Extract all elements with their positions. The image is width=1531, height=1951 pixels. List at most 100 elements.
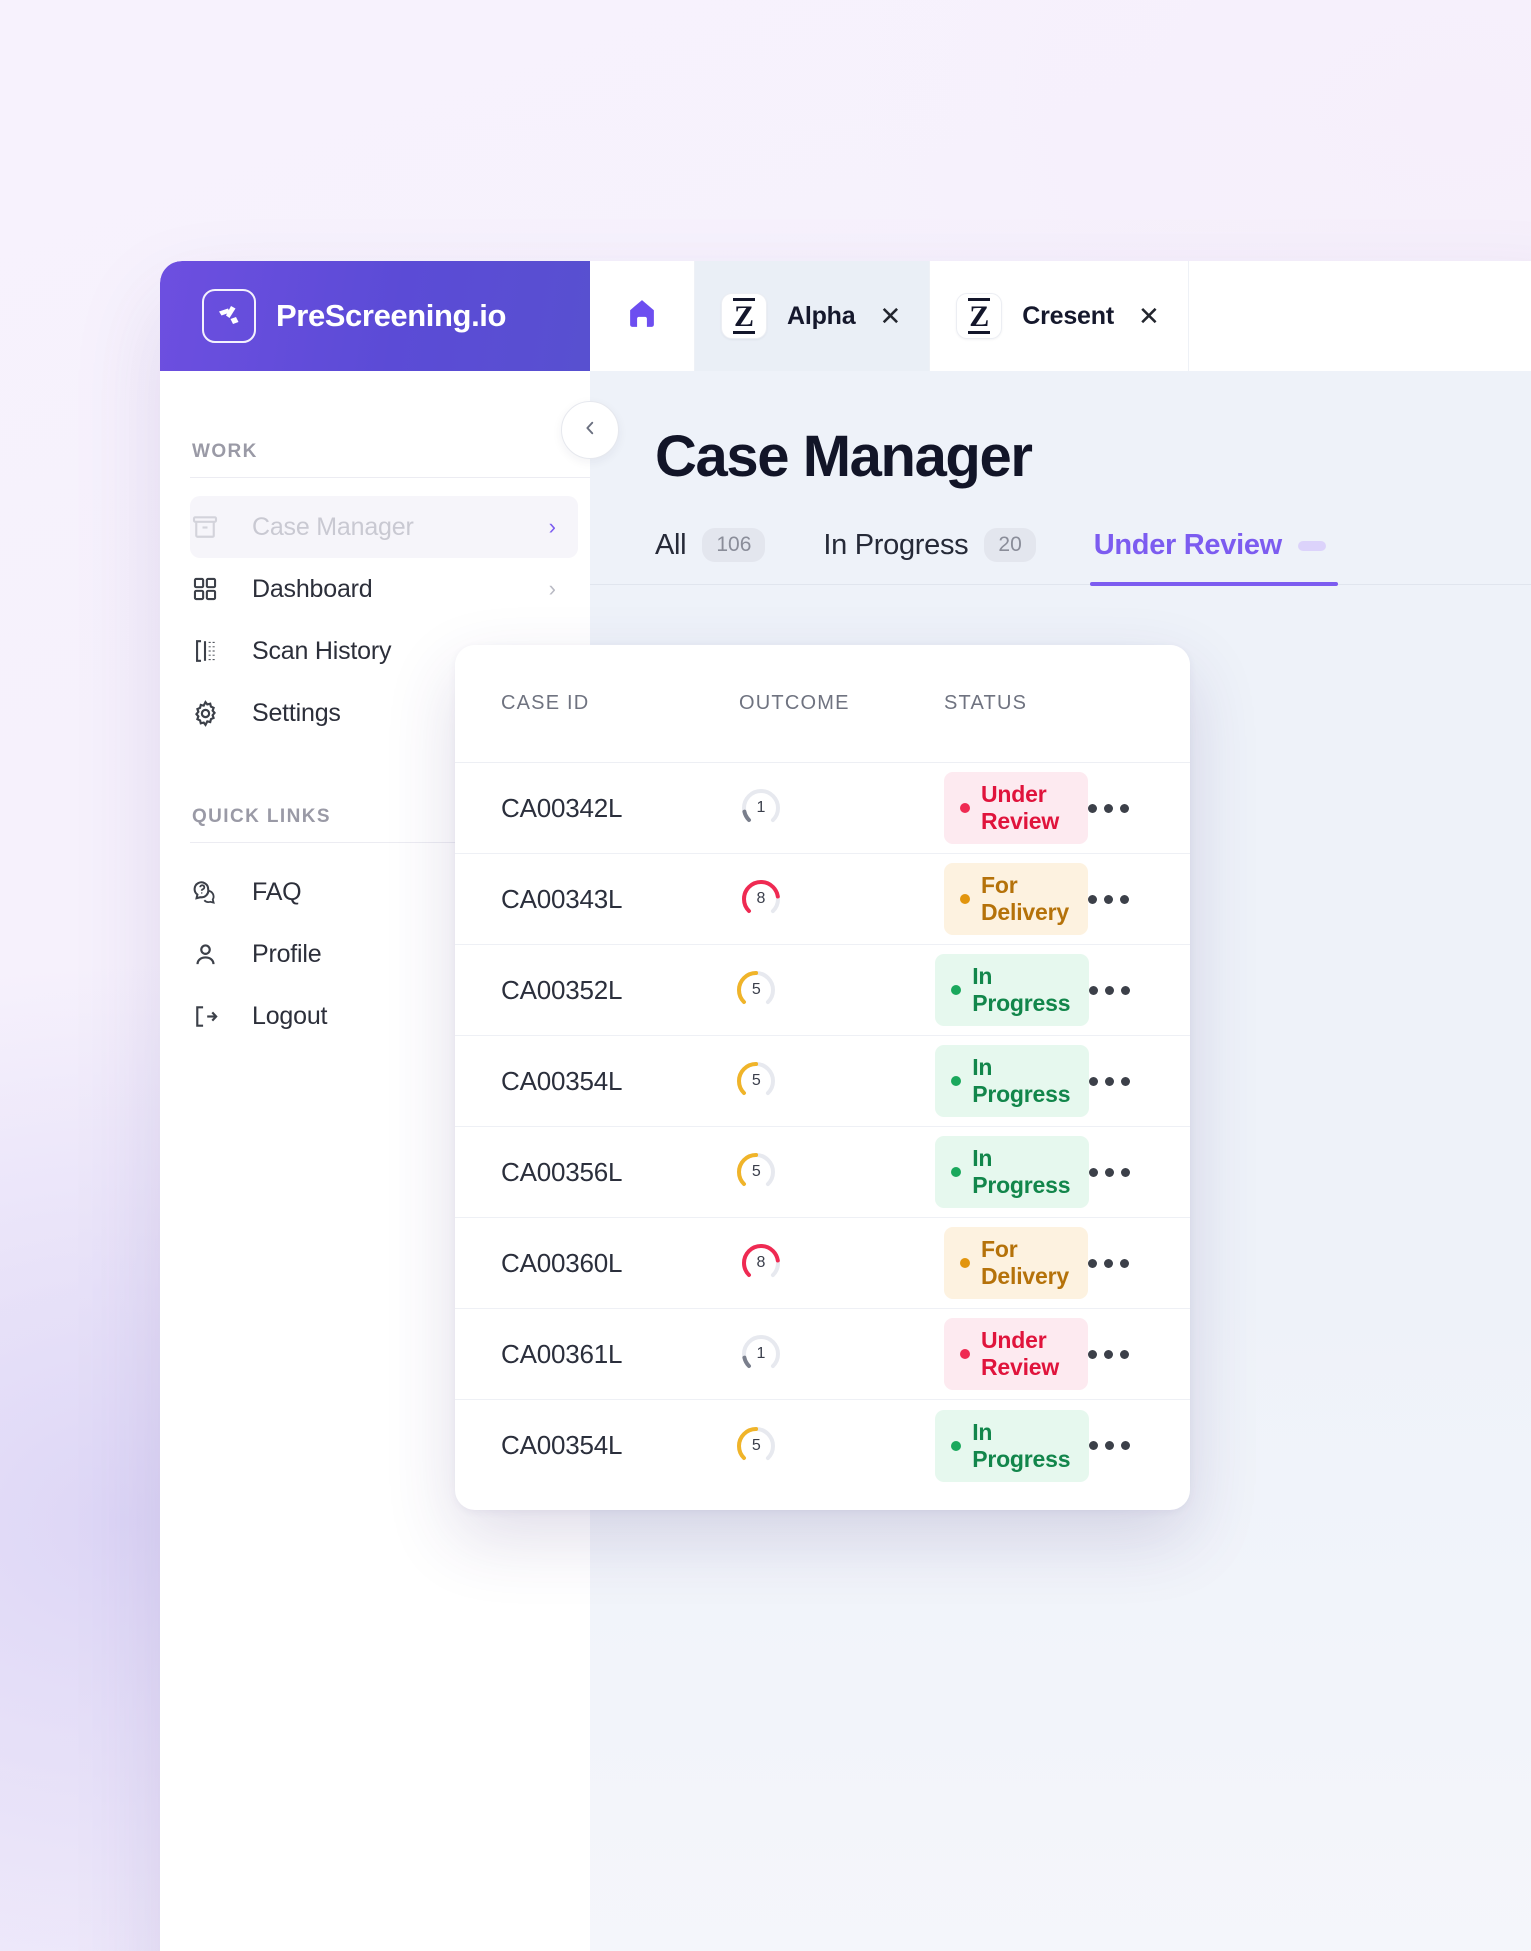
outcome-value: 8	[756, 1254, 766, 1271]
filter-tabs: All 106 In Progress 20 Under Review	[590, 490, 1531, 586]
cell-outcome: 5	[734, 1424, 935, 1468]
sidebar-item-label: Dashboard	[252, 574, 373, 603]
tab-home-button[interactable]	[590, 261, 695, 371]
outcome-value: 8	[756, 890, 766, 907]
logout-arrow-icon	[190, 1001, 220, 1031]
status-dot-icon	[960, 1349, 970, 1359]
filter-label: Under Review	[1093, 529, 1282, 561]
chevron-left-icon	[581, 419, 599, 442]
filter-tab-under-review[interactable]: Under Review	[1089, 529, 1339, 586]
user-icon	[190, 939, 220, 969]
sidebar-group-label-work: WORK	[192, 441, 258, 462]
row-actions-button[interactable]	[1088, 1258, 1154, 1268]
filter-tab-all[interactable]: All 106	[655, 528, 766, 584]
cell-status: Under Review	[944, 1318, 1088, 1390]
tab-label: Alpha	[787, 301, 856, 330]
row-actions-button[interactable]	[1089, 1167, 1154, 1177]
tab-strip: Z Alpha ✕ Z Cresent ✕	[590, 261, 1531, 371]
tab-alpha[interactable]: Z Alpha ✕	[695, 261, 931, 371]
more-horizontal-icon[interactable]	[1088, 1258, 1129, 1268]
row-actions-button[interactable]	[1088, 803, 1154, 813]
cell-status: For Delivery	[944, 863, 1088, 935]
row-actions-button[interactable]	[1089, 985, 1154, 995]
row-actions-button[interactable]	[1088, 894, 1154, 904]
status-label: In Progress	[972, 1145, 1071, 1198]
z-brand-icon: Z	[956, 293, 1003, 339]
cell-case-id: CA00354L	[501, 1430, 623, 1460]
table-row[interactable]: CA00352L 5 In Progress	[455, 945, 1190, 1036]
cell-status: In Progress	[935, 954, 1090, 1026]
filter-tab-in-progress[interactable]: In Progress 20	[823, 528, 1036, 584]
more-horizontal-icon[interactable]	[1088, 1349, 1129, 1359]
row-actions-button[interactable]	[1089, 1076, 1154, 1086]
status-dot-icon	[951, 1440, 962, 1451]
cell-outcome: 5	[734, 968, 935, 1012]
table-header-row: CASE ID OUTCOME STATUS	[455, 645, 1190, 763]
outcome-value: 1	[756, 799, 766, 816]
column-header-outcome: OUTCOME	[739, 692, 850, 714]
scan-brackets-icon	[190, 636, 220, 666]
more-horizontal-icon[interactable]	[1089, 1167, 1131, 1177]
row-actions-button[interactable]	[1088, 1349, 1154, 1359]
more-horizontal-icon[interactable]	[1089, 985, 1131, 995]
column-header-status: STATUS	[944, 692, 1028, 714]
cell-case-id: CA00354L	[501, 1065, 623, 1096]
more-horizontal-icon[interactable]	[1088, 894, 1129, 904]
sidebar-item-dashboard[interactable]: Dashboard ›	[190, 558, 578, 620]
page-title: Case Manager	[655, 424, 1033, 489]
sidebar-item-label: Case Manager	[252, 512, 414, 541]
cell-outcome: 5	[734, 1059, 935, 1103]
question-chat-icon	[190, 877, 220, 907]
status-label: For Delivery	[981, 1236, 1069, 1289]
table-row[interactable]: CA00356L 5 In Progress	[455, 1127, 1190, 1218]
cell-case-id: CA00361L	[501, 1338, 623, 1369]
more-horizontal-icon[interactable]	[1088, 803, 1129, 813]
status-badge: For Delivery	[944, 863, 1088, 935]
table-row[interactable]: CA00360L 8 For Delivery	[455, 1218, 1190, 1309]
table-row[interactable]: CA00354L 5 In Progress	[455, 1400, 1190, 1491]
status-label: In Progress	[972, 1054, 1071, 1107]
more-horizontal-icon[interactable]	[1089, 1441, 1131, 1450]
archive-box-icon	[190, 512, 220, 542]
outcome-value: 5	[751, 1072, 761, 1089]
cell-status: For Delivery	[944, 1227, 1088, 1299]
chevron-right-icon: ›	[548, 514, 556, 539]
status-badge: For Delivery	[944, 1227, 1088, 1299]
table-row[interactable]: CA00354L 5 In Progress	[455, 1036, 1190, 1127]
tab-cresent[interactable]: Z Cresent ✕	[930, 261, 1189, 371]
brand-header[interactable]: PreScreening.io	[160, 261, 590, 371]
column-header-case-id: CASE ID	[501, 692, 590, 714]
table-row[interactable]: CA00343L 8 For Delivery	[455, 854, 1190, 945]
cell-status: In Progress	[935, 1136, 1090, 1208]
cases-table-card: CASE ID OUTCOME STATUS CA00342L 1 Under Re…	[455, 645, 1190, 1510]
cell-outcome: 5	[734, 1150, 935, 1194]
status-badge: Under Review	[944, 772, 1088, 844]
table-row[interactable]: CA00342L 1 Under Review	[455, 763, 1190, 854]
cell-outcome: 1	[739, 1332, 944, 1376]
cell-case-id: CA00342L	[501, 792, 623, 823]
home-icon	[623, 295, 661, 338]
filter-label: In Progress	[823, 528, 969, 561]
status-dot-icon	[951, 1076, 962, 1086]
sidebar-item-case-manager[interactable]: Case Manager ›	[190, 496, 578, 558]
status-label: In Progress	[972, 963, 1071, 1016]
gear-icon	[190, 698, 220, 728]
sidebar-collapse-button[interactable]	[561, 401, 619, 459]
cell-case-id: CA00356L	[501, 1156, 623, 1187]
grid-squares-icon	[190, 574, 220, 604]
filter-count: 106	[702, 528, 766, 562]
status-label: Under Review	[981, 781, 1060, 834]
table-row[interactable]: CA00361L 1 Under Review	[455, 1309, 1190, 1400]
z-brand-icon: Z	[721, 293, 767, 339]
outcome-gauge-icon: 5	[734, 1150, 778, 1194]
more-horizontal-icon[interactable]	[1089, 1076, 1131, 1086]
status-badge: In Progress	[935, 1045, 1090, 1117]
screenshot-canvas: PreScreening.io Z Alpha ✕ Z Cresent ✕ WO…	[0, 0, 1531, 1951]
status-badge: In Progress	[935, 1136, 1090, 1208]
close-icon[interactable]: ✕	[879, 303, 901, 329]
outcome-value: 5	[751, 1163, 761, 1180]
cell-case-id: CA00360L	[501, 1247, 623, 1278]
row-actions-button[interactable]	[1089, 1441, 1154, 1450]
close-icon[interactable]: ✕	[1138, 303, 1160, 329]
outcome-value: 5	[751, 1436, 761, 1454]
